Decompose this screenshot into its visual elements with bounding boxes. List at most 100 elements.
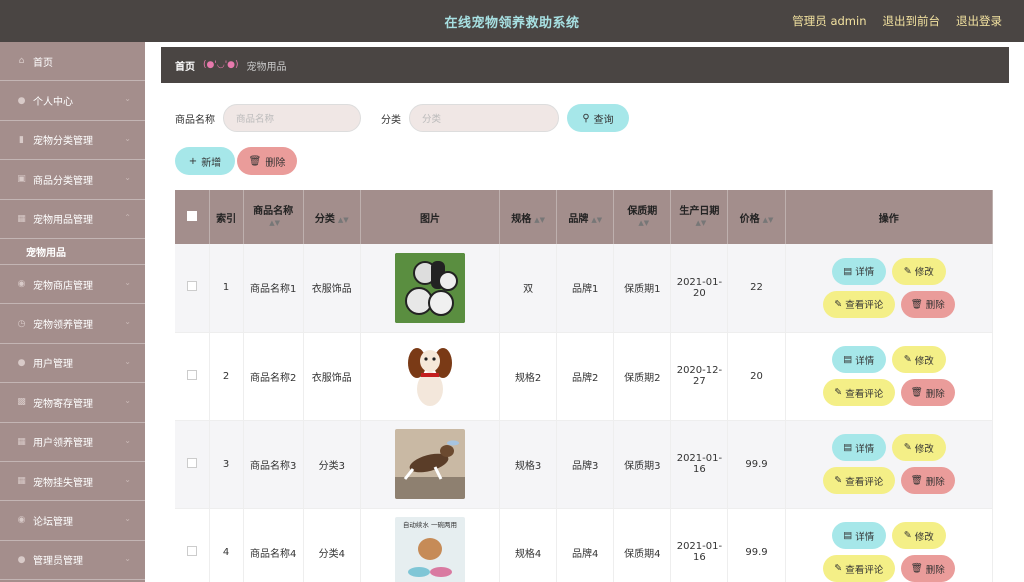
view-review-button[interactable]: ✎ 查看评论 xyxy=(822,290,895,318)
jumping-dog-picture[interactable] xyxy=(394,429,465,499)
header-shelf-life[interactable]: 保质期 ▲▼ xyxy=(613,190,672,244)
remove-label: 删除 xyxy=(925,476,945,488)
remove-label: 删除 xyxy=(925,300,945,312)
sidebar-item-personal-center[interactable]: ● 个人中心 ⌄ xyxy=(0,81,145,121)
detail-label: 详情 xyxy=(855,443,875,455)
sidebar-item-label: 商品分类管理 xyxy=(33,175,93,187)
header-price-label: 价格 xyxy=(739,213,760,225)
select-all-checkbox[interactable] xyxy=(186,210,197,221)
header-name-label: 商品名称 xyxy=(253,206,294,218)
detail-button[interactable]: ▤ 详情 xyxy=(831,434,886,461)
sidebar-item-label: 管理员管理 xyxy=(33,556,83,568)
edit-label: 修改 xyxy=(914,531,934,543)
delete-row-button[interactable]: 🗑 删除 xyxy=(900,379,955,406)
sidebar-item-pet-storage[interactable]: ▩ 宠物寄存管理 ⌄ xyxy=(0,383,145,423)
header-category[interactable]: 分类 ▲▼ xyxy=(303,190,361,244)
admin-label[interactable]: 管理员 admin xyxy=(792,13,866,29)
view-review-button[interactable]: ✎ 查看评论 xyxy=(822,467,895,494)
sidebar-item-label: 用户管理 xyxy=(33,359,73,371)
header-name[interactable]: 商品名称 ▲▼ xyxy=(243,190,304,244)
add-button[interactable]: + 新增 xyxy=(175,147,235,175)
main-content: 首页 (●'◡'●) 宠物用品 商品名称 商品名称 分类 分类 ⚲ 查询 + 新… xyxy=(145,42,1024,582)
edit-label: 修改 xyxy=(914,443,934,455)
cell-index: 4 xyxy=(209,508,244,582)
category-label: 分类 xyxy=(381,114,401,126)
detail-label: 详情 xyxy=(855,531,875,543)
pencil-icon: ✎ xyxy=(834,387,843,398)
sidebar-item-user-adoption[interactable]: ▦ 用户领养管理 ⌄ xyxy=(0,423,145,462)
sidebar-item-label: 个人中心 xyxy=(33,97,73,109)
view-review-button[interactable]: ✎ 查看评论 xyxy=(822,379,895,406)
view-review-button[interactable]: ✎ 查看评论 xyxy=(822,555,895,582)
sidebar-item-admin[interactable]: ● 管理员管理 ⌄ xyxy=(0,541,145,581)
cell-category: 分类3 xyxy=(303,420,361,509)
remove-label: 删除 xyxy=(925,564,945,576)
sidebar-item-pet-store[interactable]: ◉ 宠物商店管理 ⌄ xyxy=(0,265,145,305)
sidebar-item-pet-adoption[interactable]: ◷ 宠物领养管理 ⌄ xyxy=(0,304,145,344)
sidebar-item-home[interactable]: ⌂ 首页 xyxy=(0,42,145,82)
header-category-label: 分类 xyxy=(314,213,335,225)
table-row: 3 商品名称3 分类3 规格3 品牌3 保质期3 2021-01-16 99.9… xyxy=(175,420,994,509)
globe-icon: ◉ xyxy=(17,279,26,290)
header-spec[interactable]: 规格 ▲▼ xyxy=(499,190,558,244)
pencil-icon: ✎ xyxy=(834,475,843,486)
sidebar-item-pet-supplies[interactable]: ▦ 宠物用品管理 ⌃ xyxy=(0,200,145,239)
sidebar-item-pet-lost[interactable]: ▦ 宠物挂失管理 ⌄ xyxy=(0,462,145,502)
detail-label: 详情 xyxy=(855,355,875,367)
chevron-down-icon: ⌄ xyxy=(124,317,131,327)
cell-image xyxy=(360,244,501,333)
sidebar-item-label: 宠物寄存管理 xyxy=(33,398,93,410)
trash-icon: 🗑 xyxy=(248,155,262,167)
sidebar-subitem-pet-supplies[interactable]: 宠物用品 xyxy=(0,239,145,265)
batch-delete-button[interactable]: 🗑 删除 xyxy=(237,147,297,175)
trash-icon: 🗑 xyxy=(910,475,923,486)
detail-button[interactable]: ▤ 详情 xyxy=(831,346,886,373)
plus-icon: + xyxy=(188,155,198,167)
sidebar-item-forum[interactable]: ◉ 论坛管理 ⌄ xyxy=(0,501,145,541)
sidebar-item-goods-category[interactable]: ▣ 商品分类管理 ⌄ xyxy=(0,160,145,200)
exit-to-front-link[interactable]: 退出到前台 xyxy=(883,13,941,29)
sidebar-item-label: 宠物商店管理 xyxy=(33,280,93,292)
cell-shelf-life: 保质期1 xyxy=(613,244,672,333)
detail-button[interactable]: ▤ 详情 xyxy=(831,257,886,285)
logout-link[interactable]: 退出登录 xyxy=(956,13,1002,29)
sidebar-item-label: 论坛管理 xyxy=(33,516,73,528)
sidebar-item-pet-category[interactable]: ▮ 宠物分类管理 ⌄ xyxy=(0,121,145,161)
row-select-cell[interactable] xyxy=(175,420,210,509)
row-select-cell[interactable] xyxy=(175,244,210,333)
delete-row-button[interactable]: 🗑 删除 xyxy=(900,555,955,582)
row-checkbox[interactable] xyxy=(186,281,197,292)
header-brand[interactable]: 品牌 ▲▼ xyxy=(556,190,615,244)
header-spec-label: 规格 xyxy=(511,213,532,225)
edit-button[interactable]: ✎ 修改 xyxy=(891,434,946,461)
row-checkbox[interactable] xyxy=(186,545,197,556)
row-checkbox[interactable] xyxy=(186,457,197,468)
spaniel-dog-picture[interactable] xyxy=(394,341,465,411)
row-select-cell[interactable] xyxy=(175,332,210,421)
row-select-cell[interactable] xyxy=(175,508,210,582)
name-search-input[interactable]: 商品名称 xyxy=(223,104,361,132)
cell-category: 衣服饰品 xyxy=(303,332,361,421)
toy-ball-picture[interactable] xyxy=(394,252,465,323)
pencil-icon: ✎ xyxy=(834,298,843,310)
water-bowl-picture[interactable]: 自动续水 一碗两用 xyxy=(394,517,465,582)
cell-name: 商品名称2 xyxy=(243,332,304,421)
row-checkbox[interactable] xyxy=(186,369,197,380)
goods-table: 索引 商品名称 ▲▼ 分类 ▲▼ 图片 规格 ▲▼ 品牌 ▲▼ 保质期 ▲▼ 生产日期 ▲▼… xyxy=(175,190,994,582)
chevron-down-icon: ⌄ xyxy=(124,173,131,183)
delete-row-button[interactable]: 🗑 删除 xyxy=(900,290,955,318)
header-production-date[interactable]: 生产日期 ▲▼ xyxy=(670,190,729,244)
detail-button[interactable]: ▤ 详情 xyxy=(831,522,886,549)
breadcrumb-home[interactable]: 首页 xyxy=(175,58,195,73)
header-price[interactable]: 价格 ▲▼ xyxy=(727,190,786,244)
select-all-header[interactable] xyxy=(175,190,210,244)
sidebar-item-user-manage[interactable]: ● 用户管理 ⌄ xyxy=(0,344,145,384)
category-search-input[interactable]: 分类 xyxy=(409,104,559,132)
cell-image xyxy=(360,420,501,509)
edit-button[interactable]: ✎ 修改 xyxy=(891,522,946,549)
query-button[interactable]: ⚲ 查询 xyxy=(567,104,629,132)
edit-button[interactable]: ✎ 修改 xyxy=(891,257,946,285)
cell-category: 分类4 xyxy=(303,508,361,582)
edit-button[interactable]: ✎ 修改 xyxy=(891,346,946,373)
delete-row-button[interactable]: 🗑 删除 xyxy=(900,467,955,494)
